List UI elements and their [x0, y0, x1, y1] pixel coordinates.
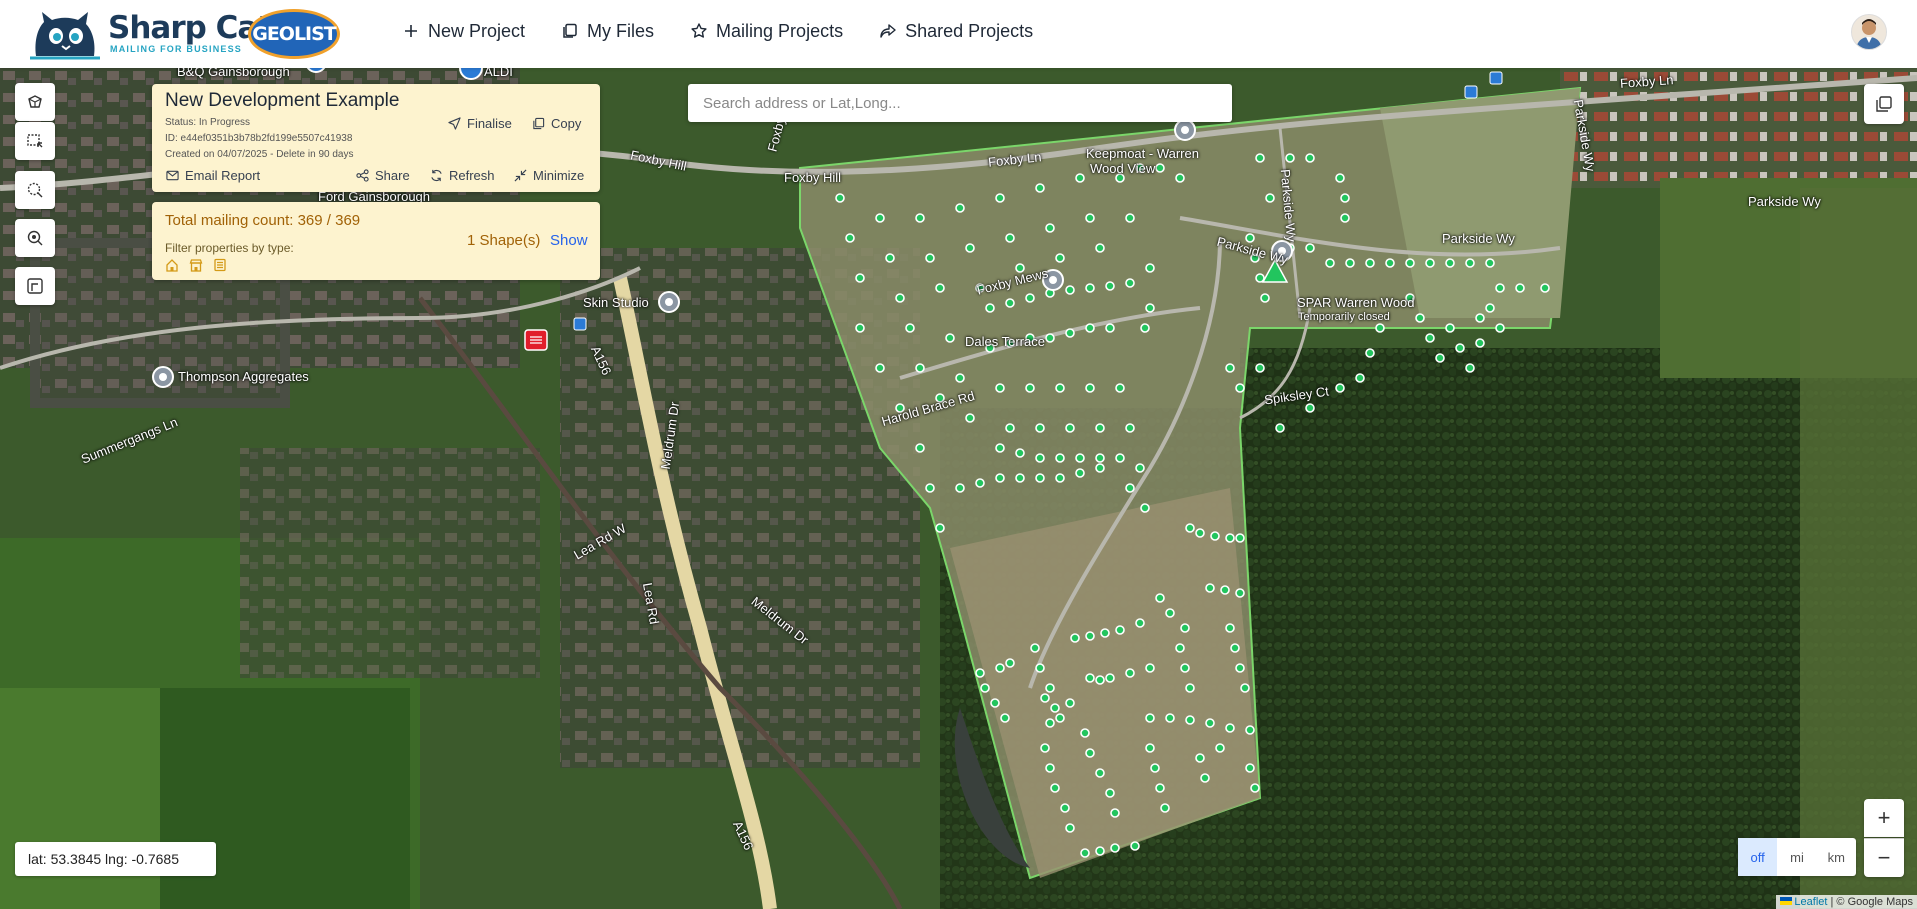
tool-draw-rectangle[interactable] [15, 122, 55, 160]
mail-icon [166, 170, 179, 181]
refresh-icon [431, 169, 442, 182]
total-mailing-count: Total mailing count: 369 / 369 [165, 212, 361, 229]
share-button[interactable]: Share [356, 168, 410, 183]
map-label-bq: B&Q Gainsborough [177, 68, 290, 79]
share-arrow-icon [880, 24, 896, 38]
project-info-panel: New Development Example Status: In Progr… [152, 84, 600, 192]
copy-button[interactable]: Copy [532, 116, 581, 131]
house-icon[interactable] [165, 258, 179, 272]
leaflet-link[interactable]: Leaflet [1794, 896, 1827, 908]
attribution-text: | © Google Maps [1827, 896, 1913, 908]
project-status: Status: In Progress [165, 117, 251, 128]
layers-button[interactable] [1864, 84, 1904, 124]
email-report-button[interactable]: Email Report [166, 168, 260, 183]
map-label-spar: SPAR Warren Wood [1297, 295, 1415, 310]
minimize-label: Minimize [533, 168, 585, 183]
star-icon [691, 23, 707, 38]
project-id: ID: e44ef0351b3b78b2fd199e5507c41938 [165, 133, 353, 144]
map-label-parkside-wy-3: Parkside Wy [1748, 194, 1821, 209]
map-imagery [0, 68, 1917, 909]
map-label-skin-studio: Skin Studio [583, 295, 649, 310]
zoom-out-button[interactable]: − [1864, 838, 1904, 877]
user-avatar[interactable] [1851, 14, 1887, 50]
copy-layers-icon [1876, 96, 1892, 112]
copy-label: Copy [551, 116, 582, 131]
main-nav: New Project My Files Mailing Projects Sh… [402, 0, 1033, 62]
nav-mailing-projects-label: Mailing Projects [716, 20, 844, 41]
plus-icon [405, 25, 417, 37]
share-icon [356, 169, 369, 182]
map-label-wood-view: Wood View [1090, 161, 1156, 176]
unit-km[interactable]: km [1817, 838, 1856, 876]
email-report-label: Email Report [185, 168, 261, 183]
show-shapes-link[interactable]: Show [550, 232, 588, 249]
nav-shared-projects[interactable]: Shared Projects [879, 21, 1033, 42]
unit-mi[interactable]: mi [1777, 838, 1816, 876]
location-target-icon [27, 230, 43, 246]
mailing-count-panel: Total mailing count: 369 / 369 1 Shape(s… [152, 202, 600, 280]
filter-label: Filter properties by type: [165, 241, 294, 255]
nav-my-files-label: My Files [587, 20, 655, 41]
map-label-keepmoat: Keepmoat - Warren [1086, 146, 1199, 161]
tool-draw-polygon[interactable] [15, 83, 55, 121]
measure-units-toggle: off mi km [1738, 838, 1856, 876]
files-icon [563, 23, 577, 38]
brand-name: Sharp Cat [108, 10, 272, 46]
geolist-badge: GEOLIST [248, 9, 340, 59]
finalise-button[interactable]: Finalise [448, 116, 512, 131]
minimize-icon [514, 169, 527, 182]
share-label: Share [375, 168, 410, 183]
map-label-aldi: ALDI [484, 68, 513, 79]
route-icon [27, 278, 43, 294]
coordinates-readout: lat: 53.3845 lng: -0.7685 [15, 842, 216, 876]
nav-new-project[interactable]: New Project [402, 21, 525, 42]
project-title: New Development Example [165, 90, 400, 111]
property-type-filters [165, 258, 227, 272]
avatar-icon [1852, 15, 1886, 49]
refresh-label: Refresh [449, 168, 495, 183]
tool-radius-search[interactable] [15, 219, 55, 257]
send-icon [448, 117, 461, 130]
shape-count: 1 Shape(s) [467, 232, 541, 249]
nav-shared-projects-label: Shared Projects [905, 20, 1034, 41]
refresh-button[interactable]: Refresh [430, 168, 495, 183]
tool-route[interactable] [15, 267, 55, 305]
tool-draw-circle[interactable] [15, 171, 55, 209]
cat-logo-icon [30, 12, 100, 60]
unit-off[interactable]: off [1738, 838, 1778, 876]
building-icon[interactable] [213, 258, 227, 272]
nav-new-project-label: New Project [428, 20, 526, 41]
map-label-parkside-wy-2: Parkside Wy [1442, 231, 1515, 246]
nav-my-files[interactable]: My Files [561, 21, 654, 42]
nav-mailing-projects[interactable]: Mailing Projects [690, 21, 843, 42]
polygon-icon [28, 95, 42, 108]
zoom-in-button[interactable]: + [1864, 799, 1904, 837]
top-navigation-bar: Sharp Cat MAILING FOR BUSINESS GEOLIST N… [0, 0, 1917, 68]
map-label-foxby-hill-2: Foxby Hill [784, 170, 842, 185]
finalise-label: Finalise [467, 116, 512, 131]
rectangle-select-icon [27, 134, 43, 148]
address-search-input[interactable] [688, 84, 1232, 122]
leaflet-flag-icon [1780, 897, 1793, 905]
sharp-cat-logo[interactable]: Sharp Cat MAILING FOR BUSINESS GEOLIST [30, 6, 340, 62]
map-attribution: Leaflet | © Google Maps [1776, 895, 1917, 909]
minimize-button[interactable]: Minimize [514, 168, 584, 183]
brand-tagline: MAILING FOR BUSINESS [110, 44, 243, 54]
project-created: Created on 04/07/2025 - Delete in 90 day… [165, 149, 354, 160]
map-label-dales-terrace: Dales Terrace [965, 334, 1045, 349]
satellite-map[interactable]: B&Q Gainsborough ALDI Ford Gainsborough … [0, 68, 1917, 909]
copy-icon [533, 117, 545, 130]
map-label-thompson: Thompson Aggregates [178, 369, 309, 384]
map-label-spar-status: Temporarily closed [1298, 311, 1390, 323]
shop-icon[interactable] [189, 258, 203, 272]
circle-select-icon [27, 182, 43, 198]
